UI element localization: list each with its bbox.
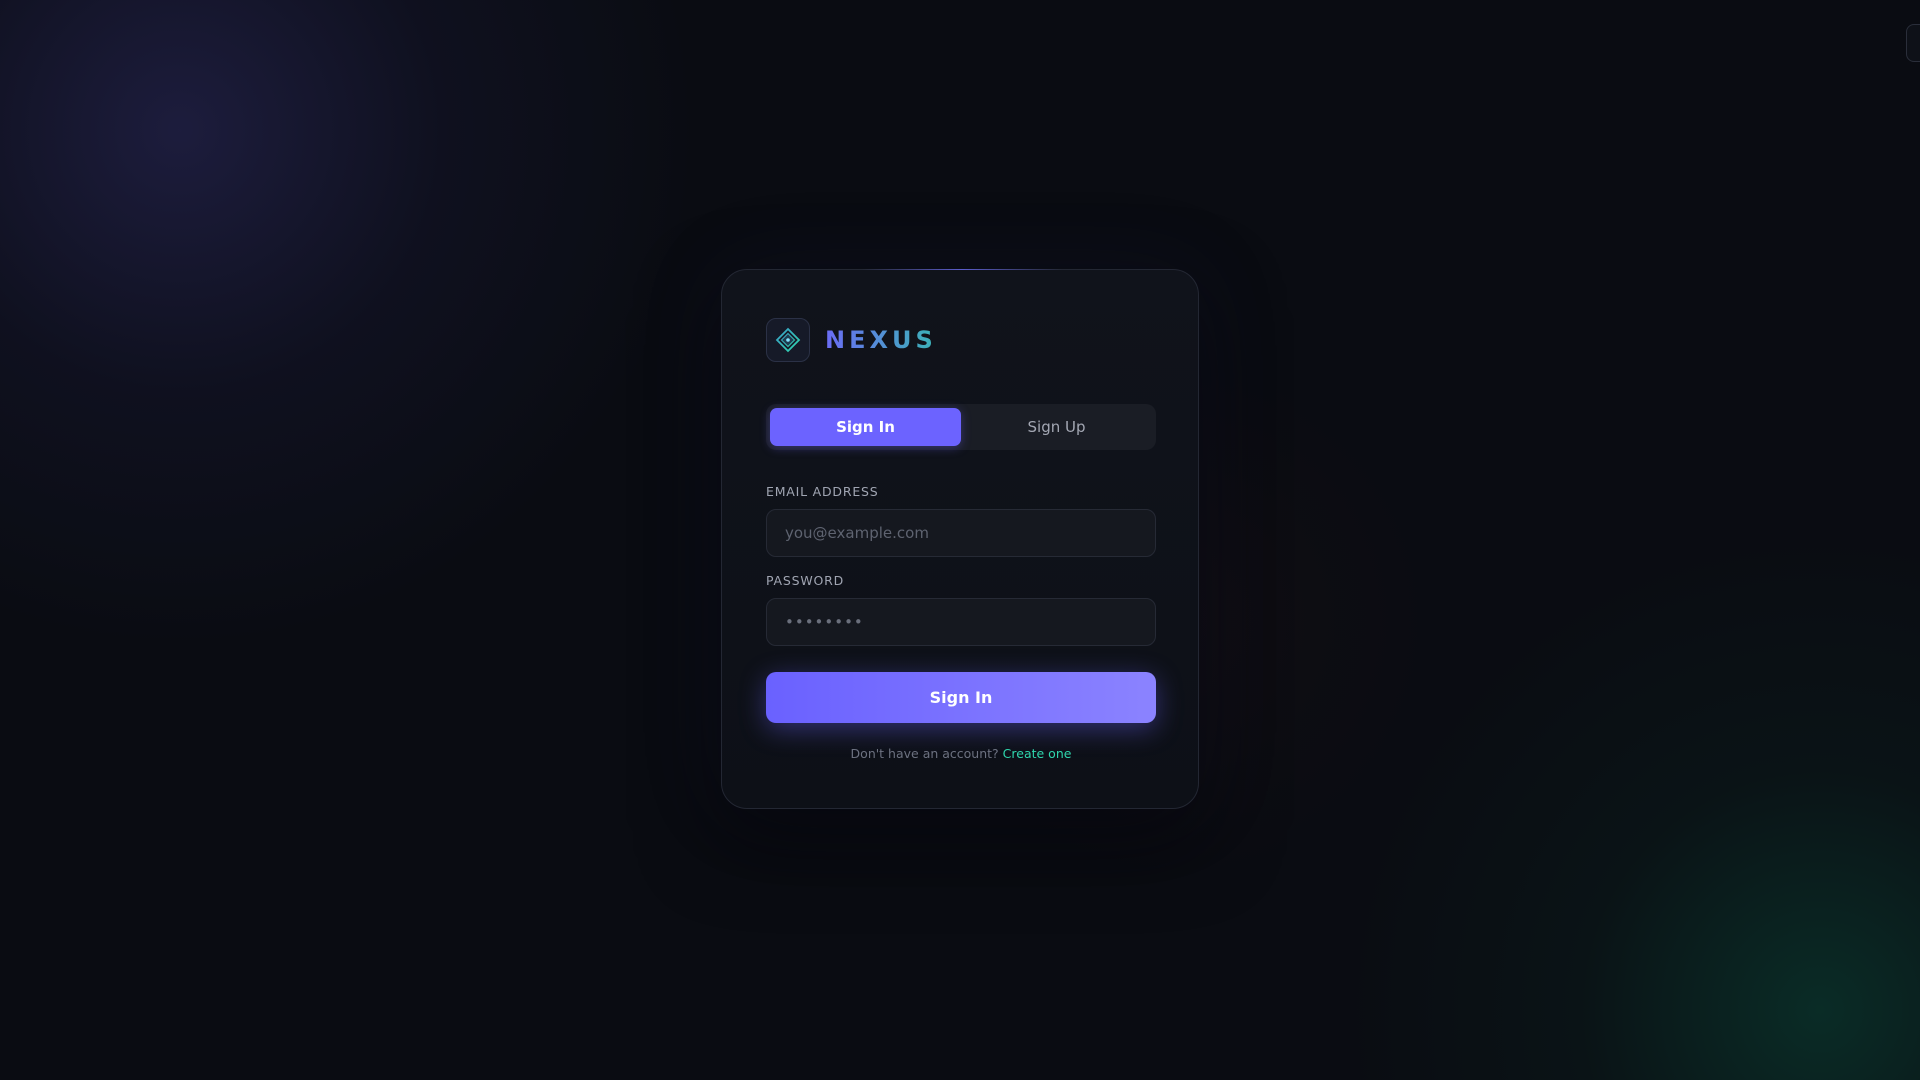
brand: NEXUS xyxy=(766,318,937,362)
email-field[interactable] xyxy=(766,509,1156,557)
tab-sign-in[interactable]: Sign In xyxy=(770,408,961,446)
create-account-link[interactable]: Create one xyxy=(1003,746,1072,761)
email-label: EMAIL ADDRESS xyxy=(766,484,879,499)
auth-card: NEXUS Sign In Sign Up EMAIL ADDRESS PASS… xyxy=(721,269,1199,809)
auth-tabs: Sign In Sign Up xyxy=(766,404,1156,450)
brand-name: NEXUS xyxy=(825,326,937,354)
password-field[interactable] xyxy=(766,598,1156,646)
tab-sign-up[interactable]: Sign Up xyxy=(961,408,1152,446)
card-glow-line xyxy=(862,269,1062,270)
sign-in-button[interactable]: Sign In xyxy=(766,672,1156,723)
signup-prompt: Don't have an account? Create one xyxy=(766,746,1156,761)
password-label: PASSWORD xyxy=(766,573,845,588)
corner-toggle[interactable] xyxy=(1906,24,1920,62)
diamond-icon xyxy=(775,327,801,353)
signup-prompt-text: Don't have an account? xyxy=(850,746,999,761)
logo xyxy=(766,318,810,362)
